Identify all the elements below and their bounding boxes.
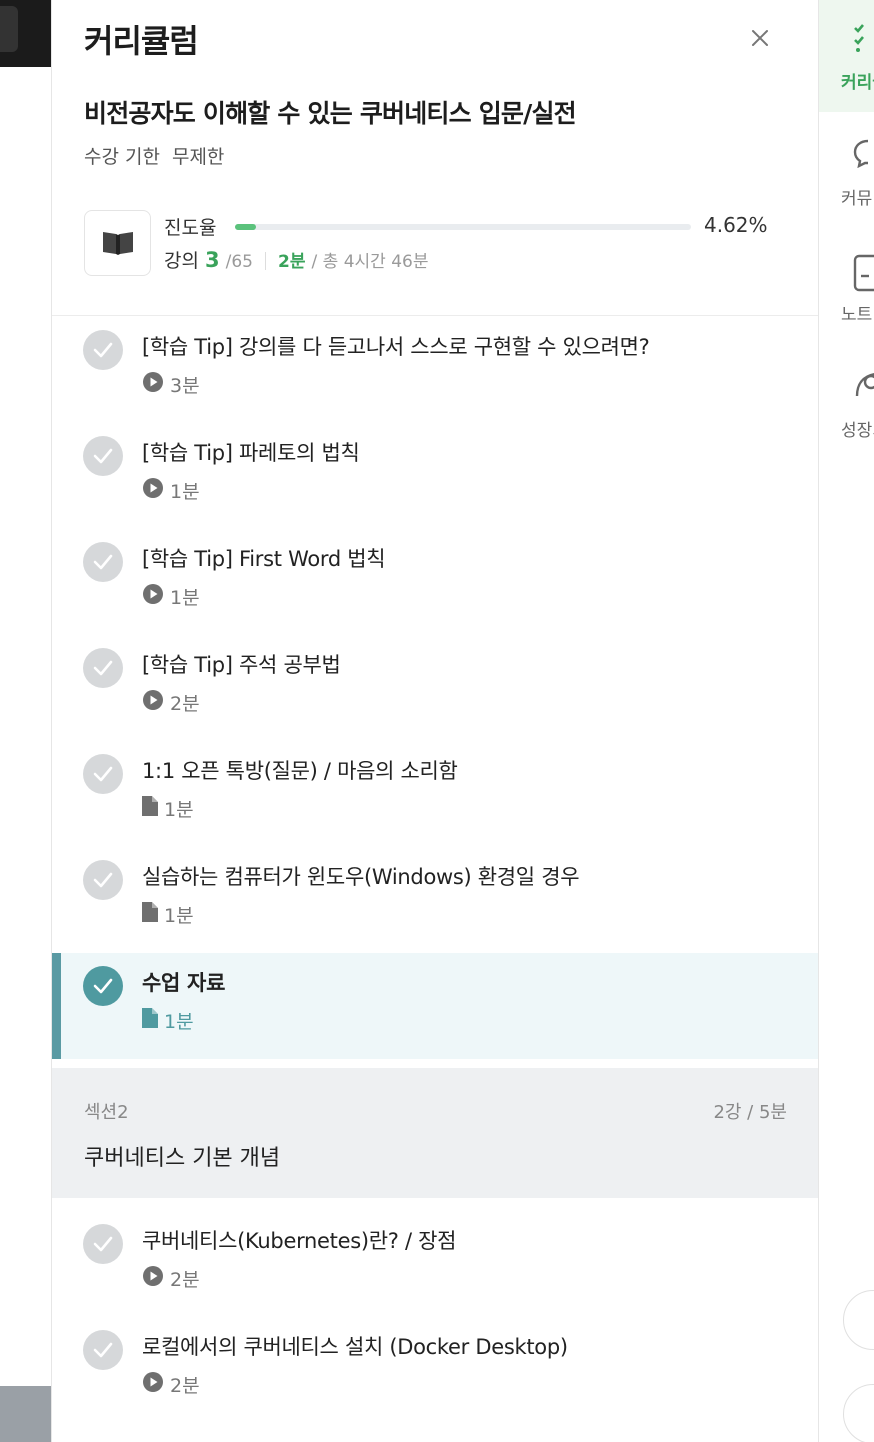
- lecture-duration: 2분: [170, 1269, 200, 1291]
- rail-item[interactable]: 성장기록: [819, 348, 874, 460]
- lecture-duration: 1분: [164, 905, 194, 927]
- section-count: 2강 / 5분: [713, 1102, 787, 1123]
- rail-help-button[interactable]: [843, 1384, 874, 1442]
- time-done: 2분: [278, 252, 306, 272]
- divider: [265, 252, 266, 270]
- lectures-total: /65: [225, 252, 253, 272]
- lecture-meta: 2분: [142, 1371, 200, 1398]
- lecture-label: 강의: [164, 250, 199, 272]
- lecture-duration: 3분: [170, 375, 200, 397]
- lecture-meta: 1분: [142, 583, 200, 610]
- lecture-title: 1:1 오픈 톡방(질문) / 마음의 소리함: [142, 759, 458, 783]
- progress-label: 진도율: [164, 217, 217, 239]
- rail-label: 성장기록: [841, 421, 874, 441]
- lecture-item[interactable]: [학습 Tip] 파레토의 법칙 1분: [52, 423, 818, 529]
- lecture-title: 수업 자료: [142, 971, 226, 995]
- rail-item[interactable]: 커뮤니티: [819, 116, 874, 228]
- page-backdrop: [0, 0, 52, 1442]
- lecture-item[interactable]: [학습 Tip] 주석 공부법 2분: [52, 635, 818, 741]
- lecture-meta: 1분: [142, 1007, 194, 1034]
- video-icon: [142, 1371, 164, 1398]
- lecture-meta: 1분: [142, 477, 200, 504]
- video-icon: [142, 689, 164, 716]
- backdrop-chip: [0, 6, 18, 52]
- check-icon: [83, 330, 123, 370]
- lecture-title: 쿠버네티스(Kubernetes)란? / 장점: [142, 1229, 457, 1253]
- lecture-meta: 1분: [142, 901, 194, 928]
- course-period: 수강 기한 무제한: [84, 142, 224, 169]
- check-icon: [83, 860, 123, 900]
- lecture-item[interactable]: [학습 Tip] 강의를 다 듣고나서 스스로 구현할 수 있으려면? 3분: [52, 317, 818, 423]
- lecture-duration: 1분: [170, 587, 200, 609]
- right-rail: 커리큘럼커뮤니티노트성장기록: [818, 0, 874, 1442]
- lecture-item[interactable]: 수업 자료 1분: [52, 953, 818, 1059]
- lecture-title: [학습 Tip] First Word 법칙: [142, 547, 386, 571]
- video-icon: [142, 1265, 164, 1292]
- section-header[interactable]: 섹션2 2강 / 5분 쿠버네티스 기본 개념: [52, 1068, 818, 1198]
- document-icon: [142, 1008, 158, 1033]
- lecture-duration: 2분: [170, 1375, 200, 1397]
- section-label: 섹션2: [84, 1102, 129, 1123]
- check-icon: [83, 648, 123, 688]
- checklist-icon: [853, 22, 874, 56]
- close-icon[interactable]: [746, 24, 774, 52]
- backdrop-grey-region: [0, 1386, 52, 1442]
- rail-label: 노트: [841, 305, 873, 325]
- lecture-title: [학습 Tip] 주석 공부법: [142, 653, 341, 677]
- lecture-item[interactable]: 실습하는 컴퓨터가 윈도우(Windows) 환경일 경우 1분: [52, 847, 818, 953]
- course-title: 비전공자도 이해할 수 있는 쿠버네티스 입문/실전: [84, 99, 577, 128]
- book-icon: [84, 210, 151, 276]
- lecture-meta: 2분: [142, 1265, 200, 1292]
- lecture-duration: 2분: [170, 693, 200, 715]
- check-icon: [83, 1330, 123, 1370]
- video-icon: [142, 477, 164, 504]
- lecture-meta: 2분: [142, 689, 200, 716]
- backdrop-dark-region: [0, 0, 52, 67]
- lectures-done: 3: [204, 248, 220, 272]
- video-icon: [142, 371, 164, 398]
- panel-title: 커리큘럼: [84, 22, 199, 60]
- rail-item[interactable]: 노트: [819, 232, 874, 344]
- lecture-duration: 1분: [170, 481, 200, 503]
- lecture-item[interactable]: 쿠버네티스(Kubernetes)란? / 장점 2분: [52, 1211, 818, 1317]
- rail-label: 커뮤니티: [841, 189, 874, 209]
- progress-bar: [235, 224, 691, 230]
- check-icon: [83, 966, 123, 1006]
- rail-round-button[interactable]: [843, 1290, 874, 1350]
- document-icon: [142, 902, 158, 927]
- lecture-meta: 1분: [142, 795, 194, 822]
- lecture-duration: 1분: [164, 1011, 194, 1033]
- growth-icon: [853, 370, 874, 404]
- check-icon: [83, 1224, 123, 1264]
- check-icon: [83, 542, 123, 582]
- lecture-title: 로컬에서의 쿠버네티스 설치 (Docker Desktop): [142, 1335, 568, 1359]
- lecture-title: [학습 Tip] 파레토의 법칙: [142, 441, 360, 465]
- curriculum-panel: 커리큘럼 비전공자도 이해할 수 있는 쿠버네티스 입문/실전 수강 기한 무제한…: [51, 0, 818, 1442]
- chat-bubble-icon: [853, 138, 874, 172]
- video-icon: [142, 583, 164, 610]
- lecture-item[interactable]: [학습 Tip] First Word 법칙 1분: [52, 529, 818, 635]
- check-icon: [83, 436, 123, 476]
- note-icon: [853, 254, 874, 296]
- document-icon: [142, 796, 158, 821]
- lecture-title: [학습 Tip] 강의를 다 듣고나서 스스로 구현할 수 있으려면?: [142, 335, 650, 359]
- lecture-stats: 강의 3 /65 2분 / 총 4시간 46분: [164, 246, 428, 273]
- progress-percent: 4.62%: [704, 213, 768, 237]
- rail-label: 커리큘럼: [841, 73, 874, 93]
- lecture-item[interactable]: 로컬에서의 쿠버네티스 설치 (Docker Desktop) 2분: [52, 1317, 818, 1423]
- rail-item[interactable]: 커리큘럼: [819, 0, 874, 112]
- lecture-title: 실습하는 컴퓨터가 윈도우(Windows) 환경일 경우: [142, 865, 580, 889]
- panel-header: 커리큘럼 비전공자도 이해할 수 있는 쿠버네티스 입문/실전 수강 기한 무제한…: [52, 0, 818, 316]
- period-label: 수강 기한: [84, 146, 160, 168]
- lecture-meta: 3분: [142, 371, 200, 398]
- lecture-item[interactable]: 1:1 오픈 톡방(질문) / 마음의 소리함 1분: [52, 741, 818, 847]
- period-value: 무제한: [171, 146, 225, 168]
- time-total: / 총 4시간 46분: [311, 252, 429, 272]
- section-title: 쿠버네티스 기본 개념: [84, 1146, 281, 1171]
- check-icon: [83, 754, 123, 794]
- progress-bar-fill: [235, 224, 257, 230]
- lecture-duration: 1분: [164, 799, 194, 821]
